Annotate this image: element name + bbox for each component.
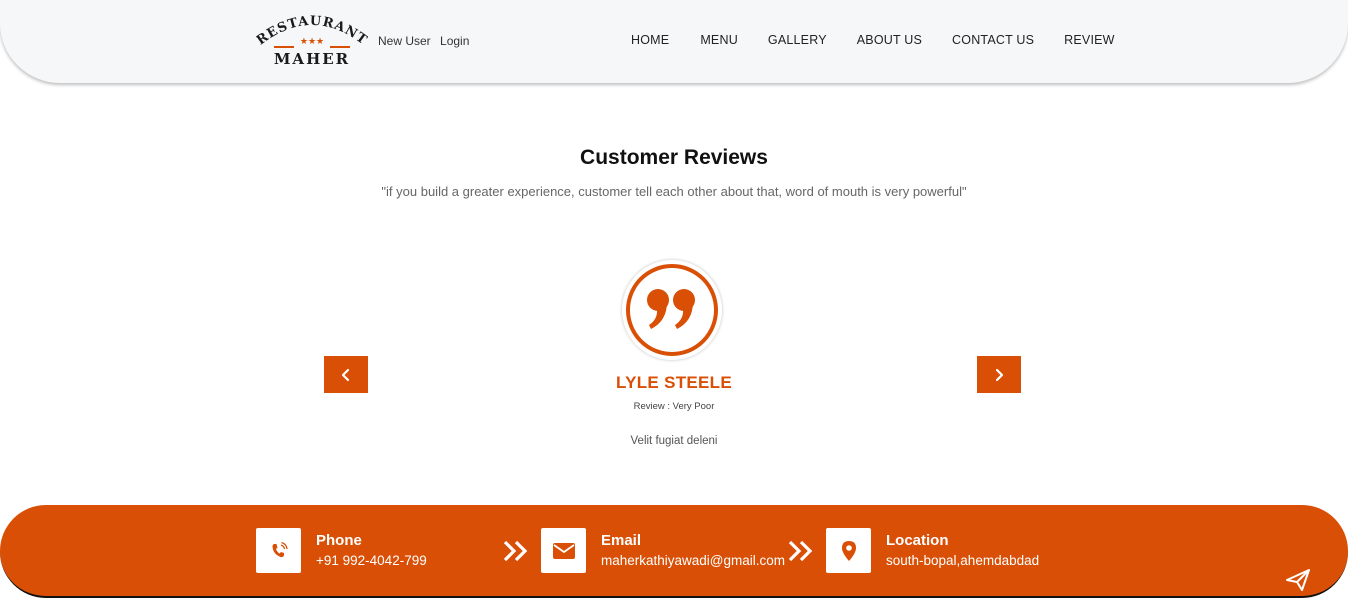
main-nav: HOME MENU GALLERY ABOUT US CONTACT US RE… [631, 33, 1115, 47]
logo-stars: ★★★ [300, 36, 324, 46]
email-label: Email [601, 532, 642, 549]
phone-value[interactable]: +91 992-4042-799 [316, 553, 427, 568]
nav-contact-us[interactable]: CONTACT US [952, 33, 1034, 47]
user-links: New User Login [378, 34, 475, 48]
phone-icon [272, 541, 288, 557]
phone-icon-box [256, 528, 301, 573]
reviews-title: Customer Reviews [580, 146, 768, 169]
contact-location: Location south-bopal,ahemdabdad [826, 528, 1039, 573]
nav-menu[interactable]: MENU [700, 33, 738, 47]
contact-phone: Phone +91 992-4042-799 [256, 528, 427, 573]
email-icon-box [541, 528, 586, 573]
nav-home[interactable]: HOME [631, 33, 669, 47]
email-value[interactable]: maherkathiyawadi@gmail.com [601, 553, 785, 568]
chevron-right-icon [995, 368, 1004, 381]
quote-ring [626, 264, 718, 356]
envelope-icon [552, 542, 575, 559]
location-label: Location [886, 532, 949, 549]
contact-bar: Phone +91 992-4042-799 Email maherkathiy… [0, 505, 1348, 598]
nav-about-us[interactable]: ABOUT US [857, 33, 922, 47]
location-pin-icon [841, 540, 856, 561]
phone-label: Phone [316, 532, 362, 549]
location-icon-box [826, 528, 871, 573]
reviews-subtitle: "if you build a greater experience, cust… [381, 184, 967, 199]
quote-badge [622, 260, 722, 360]
reviewer-name: LYLE STEELE [615, 373, 733, 392]
double-chevron-icon [788, 540, 813, 562]
next-review-button[interactable] [977, 356, 1021, 393]
location-value[interactable]: south-bopal,ahemdabdad [886, 553, 1039, 568]
contact-email: Email maherkathiyawadi@gmail.com [541, 528, 785, 573]
logo-bottom-text: MAHER [274, 50, 350, 68]
new-user-link[interactable]: New User [378, 34, 431, 48]
chevron-left-icon [341, 368, 350, 381]
quote-icon [647, 289, 695, 329]
prev-review-button[interactable] [324, 356, 368, 393]
paper-plane-icon[interactable] [1285, 568, 1311, 592]
review-text: Velit fugiat deleni [630, 435, 718, 447]
reviewer-rating: Review : Very Poor [633, 401, 715, 412]
double-chevron-icon [503, 540, 528, 562]
logo-graphic: RESTAURANT ★★★ MAHER [254, 14, 369, 68]
login-link[interactable]: Login [440, 34, 469, 48]
site-header: RESTAURANT ★★★ MAHER New User Login HOME… [0, 0, 1348, 83]
nav-review[interactable]: REVIEW [1064, 33, 1115, 47]
restaurant-logo[interactable]: RESTAURANT ★★★ MAHER [254, 12, 369, 70]
nav-gallery[interactable]: GALLERY [768, 33, 827, 47]
